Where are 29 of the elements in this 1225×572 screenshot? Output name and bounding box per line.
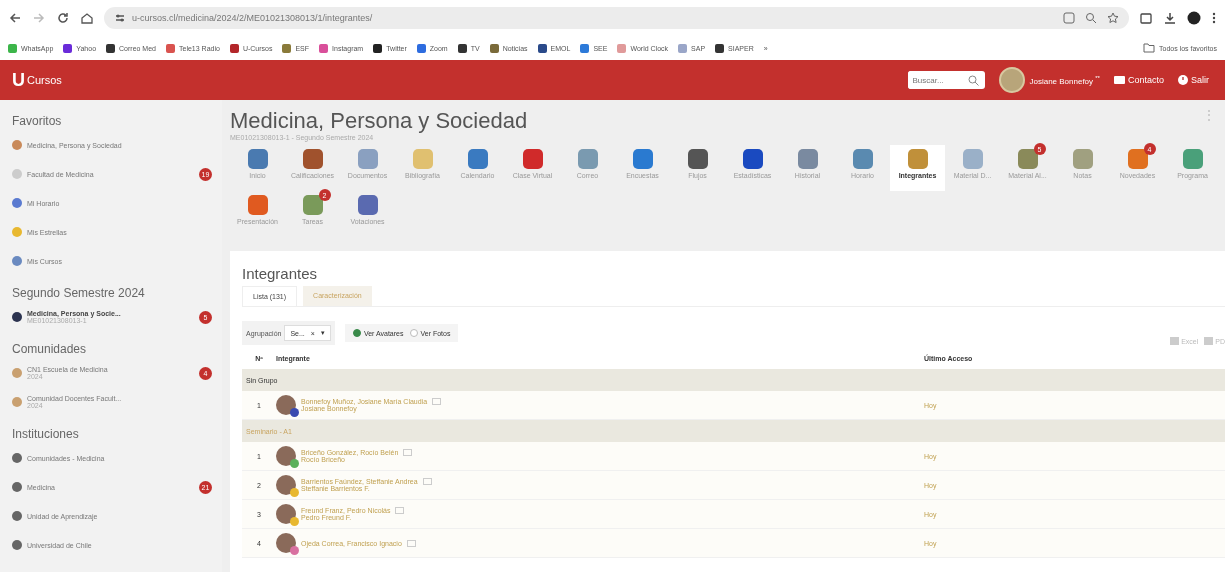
logout-link[interactable]: Salir xyxy=(1178,75,1209,85)
download-icon[interactable] xyxy=(1163,11,1177,25)
avatar[interactable] xyxy=(999,67,1026,93)
search-field[interactable]: Buscar... xyxy=(908,71,986,89)
forward-icon[interactable] xyxy=(32,11,46,25)
address-bar[interactable]: u-cursos.cl/medicina/2024/2/ME01021308013/1/integrantes/ xyxy=(104,7,1129,29)
reload-icon[interactable] xyxy=(56,11,70,25)
section-title: Favoritos xyxy=(12,114,63,128)
user-name[interactable]: Josiane Bonnefoy $^{**}$ xyxy=(1029,74,1100,86)
section-title: Integrantes xyxy=(242,265,319,282)
section-title: Segundo Semestre 2024 xyxy=(12,286,146,300)
home-icon[interactable] xyxy=(80,11,94,25)
url-text: u-cursos.cl/medicina/2024/2/ME01021308013/1/integrantes/ xyxy=(132,13,374,23)
back-icon[interactable] xyxy=(8,11,22,25)
site-settings-icon xyxy=(114,12,126,24)
section-title: Comunidades xyxy=(12,342,88,356)
star-icon[interactable] xyxy=(1107,12,1119,24)
extensions-icon[interactable] xyxy=(1139,11,1153,25)
menu-icon[interactable] xyxy=(1211,11,1217,25)
section-title: Instituciones xyxy=(12,427,80,441)
logo[interactable]: U Cursos xyxy=(12,69,62,91)
contact-link[interactable]: Contacto xyxy=(1113,75,1164,85)
profile-icon[interactable] xyxy=(1187,11,1201,25)
zoom-icon[interactable] xyxy=(1085,12,1097,24)
mail-icon xyxy=(1113,76,1125,84)
search-icon[interactable] xyxy=(968,74,980,86)
course-title: Medicina, Persona y Sociedad xyxy=(230,108,528,134)
power-icon xyxy=(1178,75,1188,85)
folder-icon xyxy=(1143,43,1155,53)
